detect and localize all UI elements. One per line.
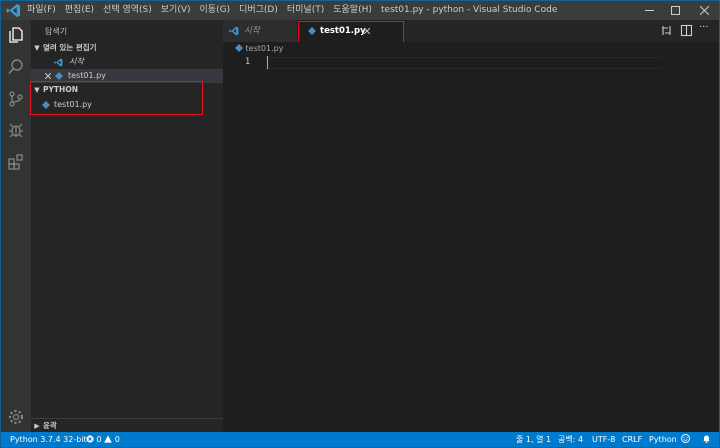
- search-icon[interactable]: [7, 58, 25, 76]
- error-icon: [86, 435, 94, 443]
- highlight-box: [30, 81, 203, 115]
- error-count: 0: [96, 435, 102, 444]
- highlight-box: [298, 21, 404, 43]
- close-icon[interactable]: [45, 73, 51, 79]
- python-interpreter[interactable]: Python 3.7.4 32-bit: [10, 432, 87, 447]
- notifications-bell-icon[interactable]: [702, 432, 711, 447]
- warning-count: 0: [114, 435, 120, 444]
- cursor-position[interactable]: 줄 1, 열 1: [516, 432, 551, 447]
- maximize-button[interactable]: [665, 1, 685, 20]
- outline-label: 윤곽: [43, 421, 57, 430]
- text-cursor: [267, 56, 268, 69]
- split-editor-icon[interactable]: [680, 24, 693, 37]
- chevron-right-icon: ▶: [34, 422, 40, 430]
- window-title: test01.py - python - Visual Studio Code: [381, 5, 558, 15]
- menu-bar: 파일(F) 편집(E) 선택 영역(S) 보기(V) 이동(G) 디버그(D) …: [27, 1, 381, 20]
- tab-label: 시작: [244, 26, 260, 36]
- problems-indicator[interactable]: 0 0: [86, 432, 120, 447]
- language-mode[interactable]: Python: [649, 432, 677, 447]
- vscode-file-icon: [54, 58, 63, 67]
- sidebar-title: 탐색기: [45, 27, 68, 36]
- warning-icon: [104, 435, 112, 443]
- menu-help[interactable]: 도움말(H): [333, 1, 372, 20]
- vscode-logo-icon: [6, 3, 21, 18]
- python-file-icon: [55, 72, 63, 80]
- vscode-file-icon: [229, 26, 239, 36]
- menu-edit[interactable]: 편집(E): [65, 1, 94, 20]
- debug-icon[interactable]: [7, 121, 25, 139]
- breadcrumb[interactable]: test01.py: [235, 44, 283, 53]
- open-editor-item-start[interactable]: 시작: [31, 55, 223, 69]
- menu-terminal[interactable]: 터미널(T): [287, 1, 324, 20]
- menu-selection[interactable]: 선택 영역(S): [103, 1, 152, 20]
- settings-gear-icon[interactable]: [7, 408, 25, 426]
- menu-view[interactable]: 보기(V): [161, 1, 191, 20]
- encoding[interactable]: UTF-8: [592, 432, 615, 447]
- menu-go[interactable]: 이동(G): [200, 1, 231, 20]
- status-bar: Python 3.7.4 32-bit 0 0 줄 1, 열 1 공백: 4 U…: [1, 432, 719, 447]
- more-actions-icon[interactable]: ···: [699, 22, 709, 33]
- minimize-icon: [644, 10, 654, 11]
- breadcrumb-label: test01.py: [245, 44, 284, 53]
- indentation[interactable]: 공백: 4: [558, 432, 583, 447]
- current-line-highlight: [265, 57, 661, 69]
- editor-area[interactable]: test01.py 1: [223, 42, 719, 432]
- tab-start[interactable]: 시작: [223, 20, 297, 42]
- outline-header[interactable]: ▶ 윤곽: [31, 418, 223, 433]
- activity-bar: [1, 20, 31, 432]
- close-window-button[interactable]: [694, 1, 714, 20]
- feedback-smiley-icon[interactable]: [681, 432, 690, 447]
- open-editors-label: 열려 있는 편집기: [43, 43, 97, 52]
- minimize-button[interactable]: [639, 1, 659, 20]
- title-bar: 파일(F) 편집(E) 선택 영역(S) 보기(V) 이동(G) 디버그(D) …: [1, 1, 719, 20]
- close-icon: [699, 5, 709, 16]
- menu-debug[interactable]: 디버그(D): [239, 1, 278, 20]
- line-number: 1: [245, 57, 251, 67]
- compare-changes-icon[interactable]: [660, 24, 673, 37]
- python-file-icon: [235, 44, 243, 52]
- vscode-window: 파일(F) 편집(E) 선택 영역(S) 보기(V) 이동(G) 디버그(D) …: [0, 0, 720, 448]
- open-editor-label: 시작: [69, 57, 84, 66]
- open-editors-header[interactable]: ▼ 열려 있는 편집기: [31, 41, 223, 55]
- chevron-down-icon: ▼: [34, 44, 40, 52]
- extensions-icon[interactable]: [7, 153, 25, 171]
- menu-file[interactable]: 파일(F): [27, 1, 56, 20]
- maximize-icon: [670, 6, 680, 15]
- source-control-icon[interactable]: [7, 90, 25, 108]
- files-icon[interactable]: [7, 26, 25, 44]
- end-of-line[interactable]: CRLF: [622, 432, 642, 447]
